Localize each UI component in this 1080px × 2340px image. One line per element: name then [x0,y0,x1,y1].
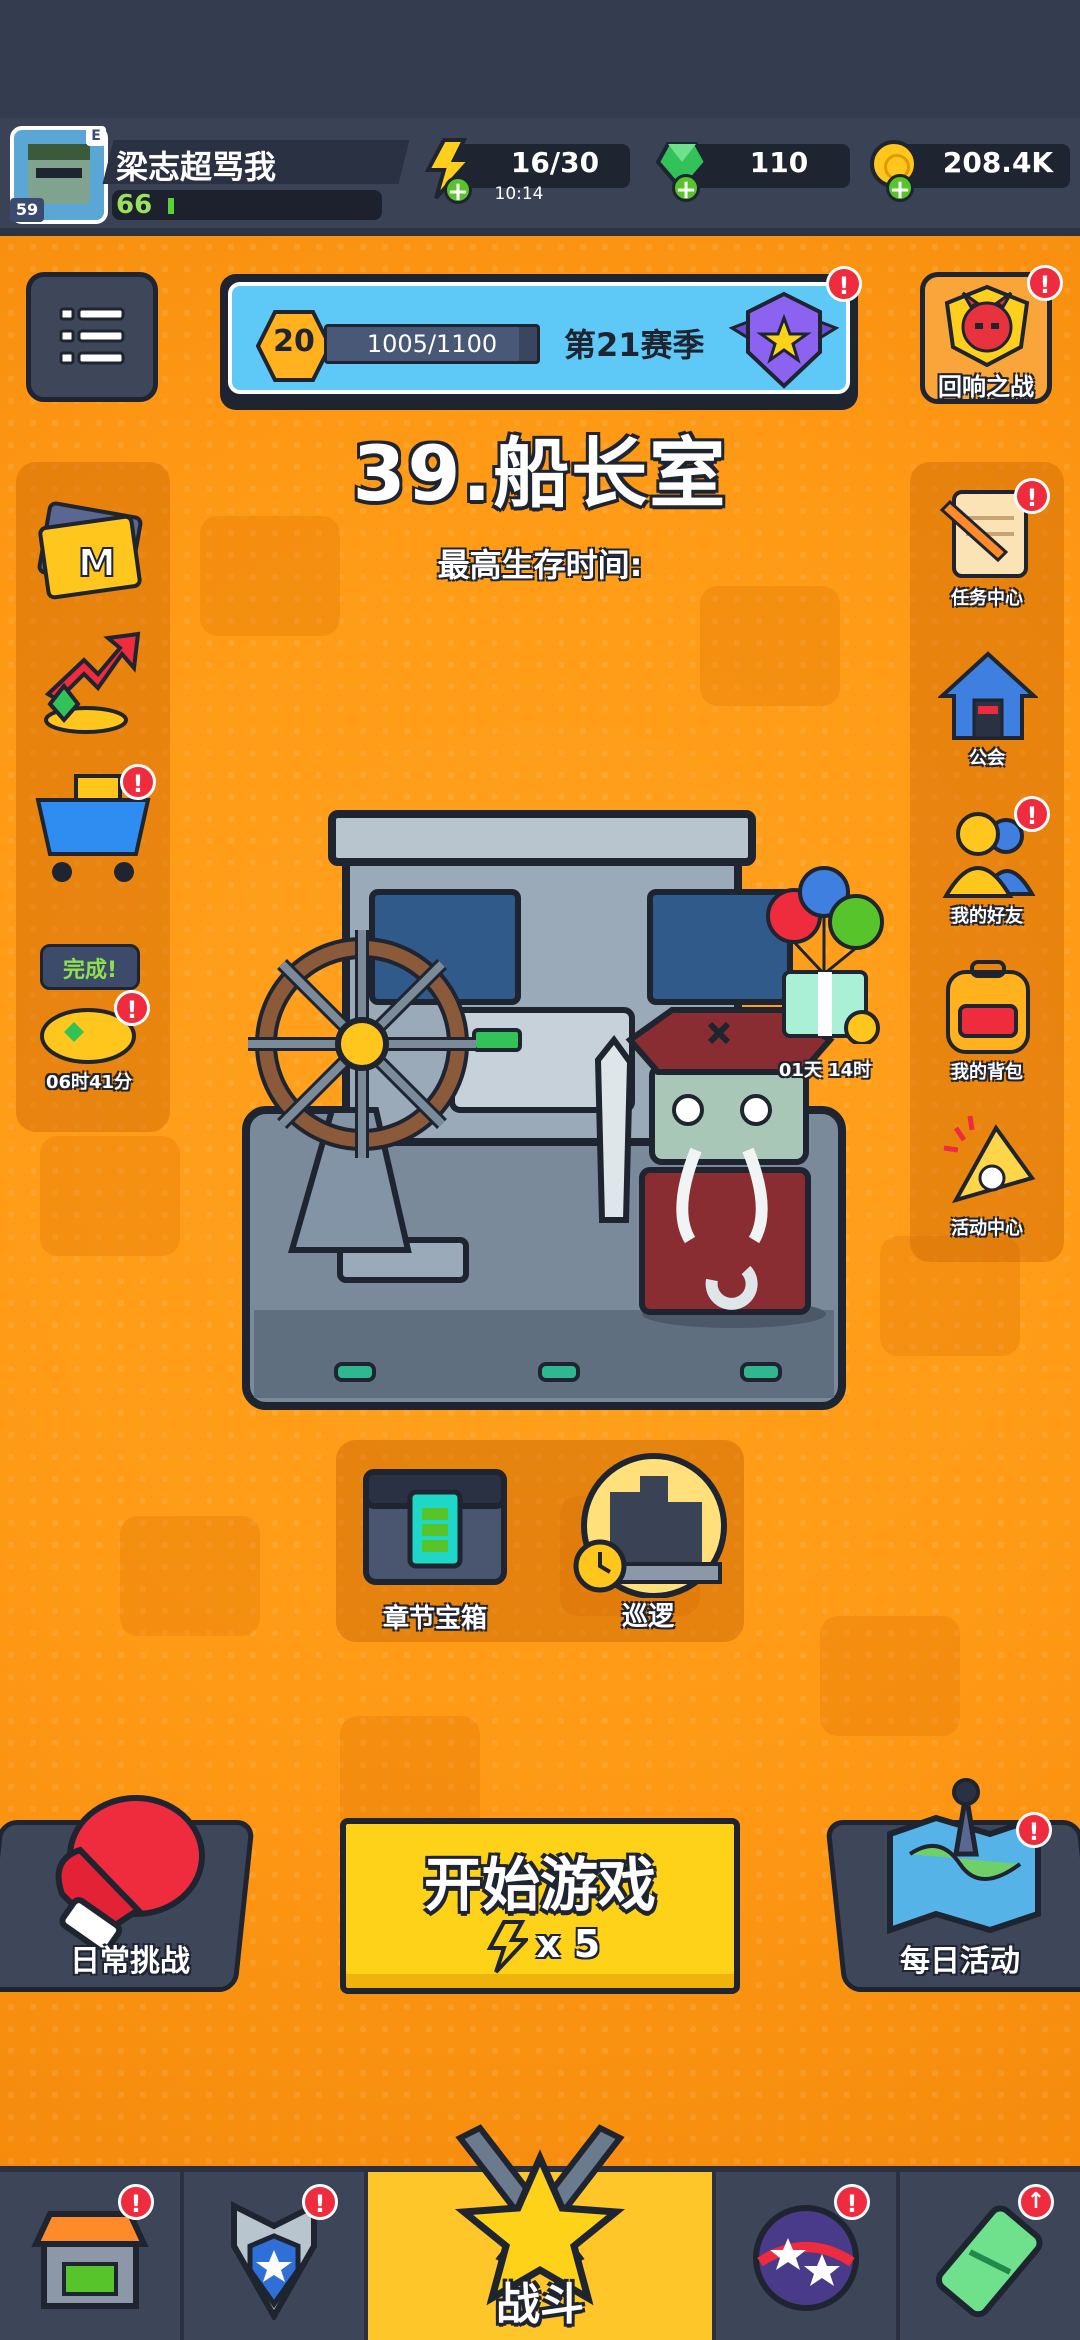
gift-balloon-icon [766,866,884,1044]
party-popper-icon [943,1115,1036,1204]
completed-alert-badge: ! [114,990,150,1026]
gold-add-icon[interactable]: + [886,174,914,203]
nav-evolution-upgrade-icon: ↑ [1018,2184,1054,2220]
guild-button[interactable]: 公会 [922,640,1052,780]
nav-tab-battle[interactable]: 战斗 [368,2124,716,2340]
dna-capsule-icon [935,2205,1043,2318]
echo-battle-label: 回响之战 [938,373,1034,401]
svg-text:M: M [78,541,116,585]
energy-value: 16/30 [510,146,600,179]
task-center-label: 任务中心 [951,588,1023,609]
stage-title: 39.船长室 [352,429,728,518]
shop-cart-button[interactable]: ! [30,760,156,890]
demon-face-icon [944,284,1030,367]
gift-timer: 01天 14时 [778,1060,872,1081]
gem-counter[interactable]: + 110 [654,138,850,208]
season-label: 第21赛季 [564,326,705,364]
nav-battle-label: 战斗 [496,2279,584,2330]
season-alert-badge: ! [826,266,862,302]
season-tier: 20 [273,324,315,359]
shop-cart-alert-badge: ! [120,764,156,800]
echo-battle-button[interactable]: 回响之战 ! [920,265,1063,404]
menu-button[interactable] [26,272,158,402]
zombie-avatar-icon [28,144,90,204]
patrol-label: 巡逻 [621,1602,674,1632]
backpack-button[interactable]: 我的背包 [922,952,1052,1092]
nav-tab-talent[interactable]: ! [716,2172,900,2340]
growth-fund-button[interactable] [30,620,156,740]
energy-add-icon[interactable]: + [444,176,472,205]
nav-talent-alert-badge: ! [834,2184,870,2220]
boxing-glove-icon [55,1795,205,1950]
nav-tab-evolution[interactable]: ↑ [900,2172,1080,2340]
friends-alert-badge: ! [1014,796,1050,832]
avatar-rank-tag: E [86,126,106,146]
player-panel[interactable]: E 59 梁志超骂我 66 [0,118,410,236]
daily-activity-alert-badge: ! [1016,1812,1052,1848]
patrol-button[interactable]: 巡逻 [560,1448,736,1634]
player-exp-bar [112,190,382,220]
season-pass-panel[interactable]: 20 1005/1100 第21赛季 ! [220,266,862,410]
gold-counter[interactable]: + 208.4K [868,138,1072,208]
gem-value: 110 [749,146,809,179]
chest-icon [363,1469,507,1585]
start-game-label: 开始游戏 [423,1851,656,1919]
task-alert-badge: ! [1014,478,1050,514]
complete-timer: 06时41分 [45,1072,133,1093]
season-star-crest-icon [728,291,840,389]
nav-tab-shop[interactable]: ! [0,2172,184,2340]
daily-activity-label: 每日活动 [900,1944,1020,1979]
friends-button[interactable]: ! 我的好友 [922,796,1052,936]
patrol-city-icon [573,1453,727,1598]
gem-add-icon[interactable]: + [672,174,700,203]
growth-arrow-icon [44,631,141,734]
house-icon [938,651,1038,740]
stage-scene[interactable] [242,810,846,1410]
energy-counter[interactable]: + 16/30 10:14 [420,138,632,220]
chapter-chest-button[interactable]: 章节宝箱 [350,1452,520,1634]
m-card-icon: M [37,501,143,600]
player-exp-fill [168,198,174,214]
system-status-bar [0,0,1080,118]
start-game-button[interactable]: 开始游戏 x 5 [340,1818,740,1994]
completed-reward-button[interactable]: 完成! ! 06时41分 [24,940,154,1100]
backpack-label: 我的背包 [951,1062,1023,1083]
events-center-label: 活动中心 [951,1218,1023,1239]
friends-label: 我的好友 [951,906,1023,927]
nav-tab-equipment[interactable]: ! [184,2172,368,2340]
daily-challenge-label: 日常挑战 [70,1944,190,1979]
captain-room-illustration [242,810,846,1410]
guild-label: 公会 [969,748,1005,769]
player-exp-value: 66 [116,190,153,220]
player-level-badge: 59 [10,198,44,222]
events-center-button[interactable]: 活动中心 [922,1100,1052,1246]
start-cost: x 5 [536,1922,601,1966]
list-menu-icon [59,307,125,365]
start-cost-lightning-icon [486,1920,528,1974]
nav-equipment-alert-badge: ! [302,2184,338,2220]
treasure-map-icon [887,1778,1041,1934]
player-name: 梁志超骂我 [116,148,277,186]
nav-shop-alert-badge: ! [118,2184,154,2220]
complete-label: 完成! [62,958,118,983]
gold-value: 208.4K [942,146,1054,179]
season-progress-text: 1005/1100 [366,330,498,358]
stage-subtitle: 最高生存时间: [437,546,643,584]
gift-balloon-button[interactable]: 01天 14时 [760,864,890,1084]
chapter-chest-label: 章节宝箱 [382,1604,487,1634]
task-center-button[interactable]: ! 任务中心 [922,478,1052,618]
energy-timer: 10:14 [494,184,544,204]
monthly-card-button[interactable]: M [30,490,156,610]
echo-battle-alert-badge: ! [1027,265,1063,301]
shop-stall-icon [31,2211,149,2309]
backpack-icon [946,960,1030,1054]
